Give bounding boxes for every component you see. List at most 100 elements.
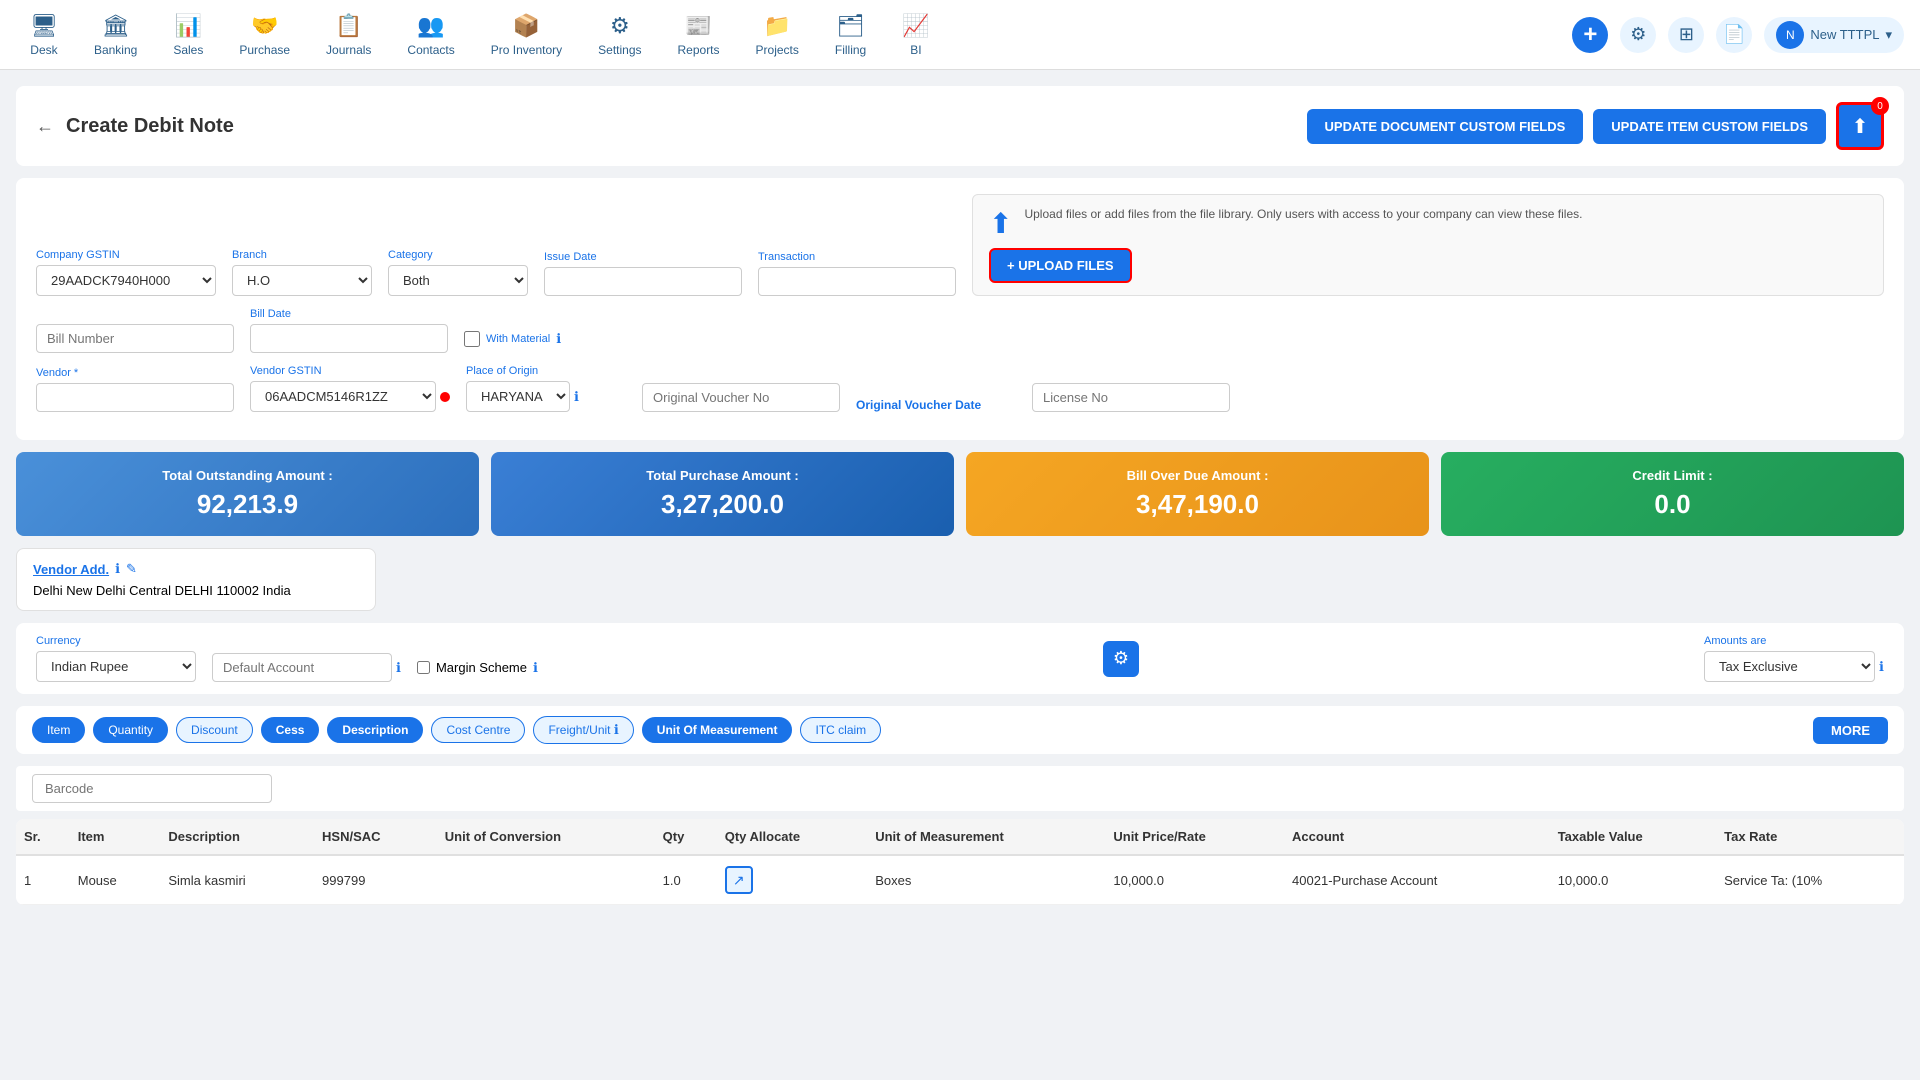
add-button[interactable]: + — [1572, 17, 1608, 53]
update-item-fields-button[interactable]: UPDATE ITEM CUSTOM FIELDS — [1593, 109, 1826, 144]
original-voucher-date-label: Original Voucher Date — [856, 398, 1016, 412]
col-btn-item[interactable]: Item — [32, 717, 85, 743]
with-material-checkbox[interactable] — [464, 331, 480, 347]
nav-journals[interactable]: 📋 Journals — [312, 5, 385, 65]
upload-files-button[interactable]: + UPLOAD FILES — [989, 248, 1132, 283]
sales-icon: 📊 — [175, 13, 202, 39]
place-of-origin-info-icon[interactable]: ℹ — [574, 389, 579, 405]
vendor-gstin-select[interactable]: 06AADCM5146R1ZZ — [250, 381, 436, 412]
table-wrapper: Sr. Item Description HSN/SAC Unit of Con… — [16, 819, 1904, 905]
page-header: ← Create Debit Note UPDATE DOCUMENT CUST… — [16, 86, 1904, 166]
currency-select[interactable]: Indian Rupee — [36, 651, 196, 682]
cell-uom: Boxes — [867, 855, 1105, 905]
cell-qty-allocate[interactable]: ↗ — [717, 855, 868, 905]
amounts-are-group: Amounts are Tax Exclusive ℹ — [1704, 635, 1884, 682]
nav-journals-label: Journals — [326, 43, 371, 57]
cell-qty: 1.0 — [655, 855, 717, 905]
barcode-input[interactable] — [32, 774, 272, 803]
col-btn-freight[interactable]: Freight/Unit ℹ — [533, 716, 633, 744]
nav-sales[interactable]: 📊 Sales — [159, 5, 217, 65]
with-material-info-icon[interactable]: ℹ — [556, 331, 561, 347]
vendor-edit-icon[interactable]: ✎ — [126, 561, 137, 577]
desk-icon: 🖥 — [30, 13, 58, 39]
nav-pro-inventory[interactable]: 📦 Pro Inventory — [477, 5, 576, 65]
bill-date-input[interactable]: 07/07/2022 — [250, 324, 448, 353]
settings-gear-button[interactable]: ⚙ — [1103, 641, 1139, 677]
col-btn-itc[interactable]: ITC claim — [800, 717, 881, 743]
upload-panel: ⬆ Upload files or add files from the fil… — [972, 194, 1884, 296]
vendor-add-link[interactable]: Vendor Add. — [33, 562, 109, 577]
bill-number-input[interactable] — [36, 324, 234, 353]
nav-filling[interactable]: 🗂 Filling — [821, 5, 880, 65]
col-btn-uom[interactable]: Unit Of Measurement — [642, 717, 793, 743]
nav-banking[interactable]: 🏛 Banking — [80, 5, 151, 65]
stat-outstanding: Total Outstanding Amount : 92,213.9 — [16, 452, 479, 536]
upload-area-icon: ⬆ — [989, 207, 1012, 240]
upload-icon-button[interactable]: ⬆ 0 — [1836, 102, 1884, 150]
nav-purchase[interactable]: 🤝 Purchase — [225, 5, 304, 65]
form-row-1: Company GSTIN 29AADCK7940H000 Branch H.O… — [36, 194, 1884, 296]
upload-area: ⬆ Upload files or add files from the fil… — [989, 207, 1867, 240]
doc-button[interactable]: 📄 — [1716, 17, 1752, 53]
vendor-gstin-label: Vendor GSTIN — [250, 365, 450, 377]
company-gstin-select[interactable]: 29AADCK7940H000 — [36, 265, 216, 296]
col-btn-description[interactable]: Description — [327, 717, 423, 743]
category-select[interactable]: Both — [388, 265, 528, 296]
bill-number-group — [36, 308, 234, 353]
vendor-label: Vendor * — [36, 367, 234, 379]
nav-projects[interactable]: 📁 Projects — [742, 5, 813, 65]
nav-contacts[interactable]: 👥 Contacts — [393, 5, 468, 65]
nav-settings[interactable]: ⚙ Settings — [584, 5, 655, 65]
margin-scheme-checkbox[interactable] — [417, 661, 430, 674]
grid-button[interactable]: ⊞ — [1668, 17, 1704, 53]
col-btn-cess[interactable]: Cess — [261, 717, 320, 743]
currency-group: Currency Indian Rupee — [36, 635, 196, 682]
top-nav: 🖥 Desk 🏛 Banking 📊 Sales 🤝 Purchase 📋 Jo… — [0, 0, 1920, 70]
transaction-input[interactable]: 07/07/202 — [758, 267, 956, 296]
nav-pro-inventory-label: Pro Inventory — [491, 43, 562, 57]
col-btn-quantity[interactable]: Quantity — [93, 717, 168, 743]
vendor-link-row: Vendor Add. ℹ ✎ — [33, 561, 359, 577]
cell-sr: 1 — [16, 855, 70, 905]
original-voucher-input[interactable] — [642, 383, 840, 412]
col-btn-cost-centre[interactable]: Cost Centre — [431, 717, 525, 743]
cell-hsn: 999799 — [314, 855, 437, 905]
nav-bi[interactable]: 📈 BI — [888, 5, 943, 65]
update-doc-fields-button[interactable]: UPDATE DOCUMENT CUSTOM FIELDS — [1307, 109, 1584, 144]
place-of-origin-group: Place of Origin HARYANA ℹ — [466, 365, 626, 412]
vendor-info-icon[interactable]: ℹ — [115, 561, 120, 577]
nav-sales-label: Sales — [173, 43, 203, 57]
with-material-label[interactable]: With Material ℹ — [464, 331, 561, 347]
issue-date-group: Issue Date 07/07/2022 — [544, 251, 742, 296]
place-of-origin-select[interactable]: HARYANA — [466, 381, 570, 412]
contacts-icon: 👥 — [417, 13, 444, 39]
cell-unit-conversion — [437, 855, 655, 905]
col-item: Item — [70, 819, 161, 855]
gear-button[interactable]: ⚙ — [1620, 17, 1656, 53]
col-sr: Sr. — [16, 819, 70, 855]
user-chip[interactable]: N New TTTPL ▾ — [1764, 17, 1904, 53]
stat-overdue-value: 3,47,190.0 — [1136, 489, 1259, 520]
margin-scheme-info-icon[interactable]: ℹ — [533, 660, 538, 676]
page-title: Create Debit Note — [66, 115, 1295, 138]
default-account-input[interactable] — [212, 653, 392, 682]
qty-allocate-icon[interactable]: ↗ — [725, 866, 753, 894]
nav-right: + ⚙ ⊞ 📄 N New TTTPL ▾ — [1572, 17, 1904, 53]
barcode-row — [16, 766, 1904, 811]
back-button[interactable]: ← — [36, 116, 54, 137]
company-gstin-group: Company GSTIN 29AADCK7940H000 — [36, 249, 216, 296]
nav-reports[interactable]: 📰 Reports — [664, 5, 734, 65]
col-btn-discount[interactable]: Discount — [176, 717, 253, 743]
amounts-are-select[interactable]: Tax Exclusive — [1704, 651, 1875, 682]
branch-select[interactable]: H.O — [232, 265, 372, 296]
vendor-input[interactable]: ASHISH — [36, 383, 234, 412]
amounts-are-info-icon[interactable]: ℹ — [1879, 659, 1884, 675]
vendor-section: Vendor Add. ℹ ✎ Delhi New Delhi Central … — [16, 548, 376, 611]
issue-date-input[interactable]: 07/07/2022 — [544, 267, 742, 296]
more-button[interactable]: MORE — [1813, 717, 1888, 744]
default-account-info-icon[interactable]: ℹ — [396, 660, 401, 676]
col-taxable-value: Taxable Value — [1550, 819, 1716, 855]
license-no-input[interactable] — [1032, 383, 1230, 412]
original-voucher-label — [642, 367, 840, 379]
nav-desk[interactable]: 🖥 Desk — [16, 5, 72, 65]
